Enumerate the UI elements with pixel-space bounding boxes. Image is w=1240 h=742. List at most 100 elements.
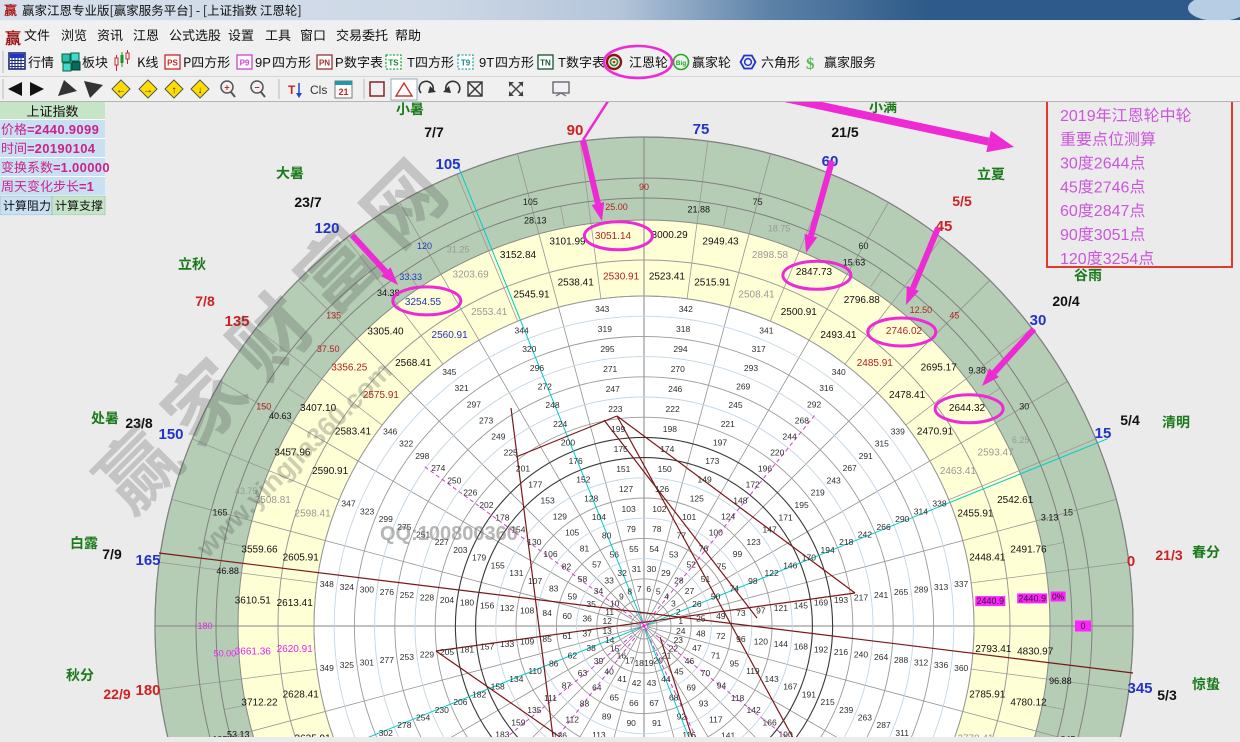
svg-text:36: 36 [582, 614, 592, 624]
svg-text:228: 228 [420, 592, 434, 602]
svg-text:264: 264 [874, 652, 888, 662]
svg-text:50: 50 [711, 591, 721, 601]
svg-text:102: 102 [652, 504, 666, 514]
svg-text:1: 1 [678, 616, 683, 626]
svg-text:17: 17 [625, 655, 635, 665]
svg-text:99: 99 [733, 549, 743, 559]
svg-text:2500.91: 2500.91 [781, 307, 818, 318]
svg-text:265: 265 [894, 587, 908, 597]
svg-text:28.13: 28.13 [524, 215, 547, 225]
svg-text:90: 90 [639, 182, 649, 192]
svg-text:152: 152 [576, 475, 590, 485]
svg-text:46.88: 46.88 [216, 566, 239, 576]
svg-text:221: 221 [721, 419, 735, 429]
svg-text:290: 290 [895, 514, 909, 524]
svg-text:202: 202 [479, 500, 493, 510]
svg-text:52: 52 [686, 560, 696, 570]
svg-text:32: 32 [617, 568, 627, 578]
svg-text:60: 60 [1060, 203, 1078, 220]
svg-text:T: T [558, 55, 566, 70]
svg-text:3305.40: 3305.40 [367, 326, 404, 337]
svg-text:142: 142 [747, 705, 761, 715]
svg-text:3152.84: 3152.84 [500, 250, 537, 261]
svg-text:313: 313 [934, 582, 948, 592]
svg-text:270: 270 [671, 364, 685, 374]
svg-text:27: 27 [685, 586, 695, 596]
svg-text:65: 65 [610, 693, 620, 703]
svg-text:166: 166 [763, 717, 777, 727]
svg-text:339: 339 [891, 426, 905, 436]
svg-text:112: 112 [565, 715, 579, 725]
svg-text:3051.14: 3051.14 [595, 231, 632, 242]
svg-text:226: 226 [463, 488, 477, 498]
svg-text:2847: 2847 [1094, 203, 1130, 220]
svg-text:244: 244 [783, 431, 797, 441]
svg-text:172: 172 [746, 479, 760, 489]
svg-text:15: 15 [1095, 425, 1112, 442]
svg-text:120: 120 [754, 636, 768, 646]
svg-text:40: 40 [604, 667, 614, 677]
svg-text:75: 75 [717, 562, 727, 572]
svg-text:45: 45 [674, 667, 684, 677]
svg-text:83: 83 [549, 584, 559, 594]
svg-text:66: 66 [629, 698, 639, 708]
svg-text:98: 98 [748, 576, 758, 586]
svg-text:345: 345 [1127, 680, 1152, 697]
svg-text:2785.91: 2785.91 [969, 689, 1006, 700]
svg-text:19: 19 [644, 658, 654, 668]
svg-text:175: 175 [614, 444, 628, 454]
svg-text:3000.29: 3000.29 [652, 230, 689, 241]
svg-text:0: 0 [95, 160, 102, 175]
svg-text:20/4: 20/4 [1052, 293, 1079, 309]
svg-text:105: 105 [523, 197, 538, 207]
svg-text:230: 230 [435, 705, 449, 715]
svg-text:198: 198 [663, 424, 677, 434]
svg-text:91: 91 [652, 718, 662, 728]
svg-text:8: 8 [627, 587, 632, 597]
svg-text:9: 9 [84, 122, 91, 137]
svg-text:69: 69 [686, 683, 696, 693]
svg-text:291: 291 [859, 451, 873, 461]
svg-text:242: 242 [858, 530, 872, 540]
svg-text:117: 117 [709, 715, 723, 725]
svg-text:274: 274 [431, 463, 445, 473]
svg-text:37.50: 37.50 [317, 344, 340, 354]
svg-text:55: 55 [629, 544, 639, 554]
svg-text:80: 80 [602, 531, 612, 541]
svg-text:173: 173 [705, 456, 719, 466]
svg-text:206: 206 [453, 697, 467, 707]
svg-text:2470.91: 2470.91 [917, 427, 954, 438]
svg-text:79: 79 [626, 524, 636, 534]
svg-text:3610.51: 3610.51 [235, 595, 272, 606]
svg-text:2440.9: 2440.9 [977, 596, 1005, 606]
svg-text:205: 205 [440, 647, 454, 657]
svg-text:23/7: 23/7 [294, 194, 321, 210]
svg-text:42: 42 [632, 678, 642, 688]
svg-text:45: 45 [949, 311, 959, 321]
svg-text:174: 174 [660, 444, 674, 454]
svg-text:2644: 2644 [1094, 156, 1130, 173]
svg-text:76: 76 [699, 544, 709, 554]
svg-text:2478.41: 2478.41 [889, 390, 926, 401]
svg-text:33.33: 33.33 [399, 272, 422, 282]
svg-text:9: 9 [92, 122, 99, 137]
svg-text:120: 120 [417, 241, 432, 251]
svg-text:191: 191 [802, 689, 816, 699]
svg-text:1: 1 [73, 141, 80, 156]
svg-text:167: 167 [783, 682, 797, 692]
svg-text:74: 74 [730, 584, 740, 594]
svg-text:239: 239 [839, 705, 853, 715]
svg-text:100: 100 [709, 528, 723, 538]
svg-text:2568.41: 2568.41 [395, 358, 432, 369]
svg-text:2545.91: 2545.91 [513, 290, 550, 301]
svg-text:57: 57 [592, 560, 602, 570]
svg-text:37: 37 [582, 629, 592, 639]
svg-text:0: 0 [1080, 621, 1085, 631]
svg-text:143: 143 [765, 674, 779, 684]
svg-text:41: 41 [617, 674, 627, 684]
svg-text:180: 180 [197, 621, 212, 631]
svg-text:4830.97: 4830.97 [1017, 647, 1054, 658]
svg-text:2553.41: 2553.41 [471, 307, 508, 318]
svg-text:40.63: 40.63 [269, 411, 292, 421]
svg-text:44: 44 [661, 674, 671, 684]
